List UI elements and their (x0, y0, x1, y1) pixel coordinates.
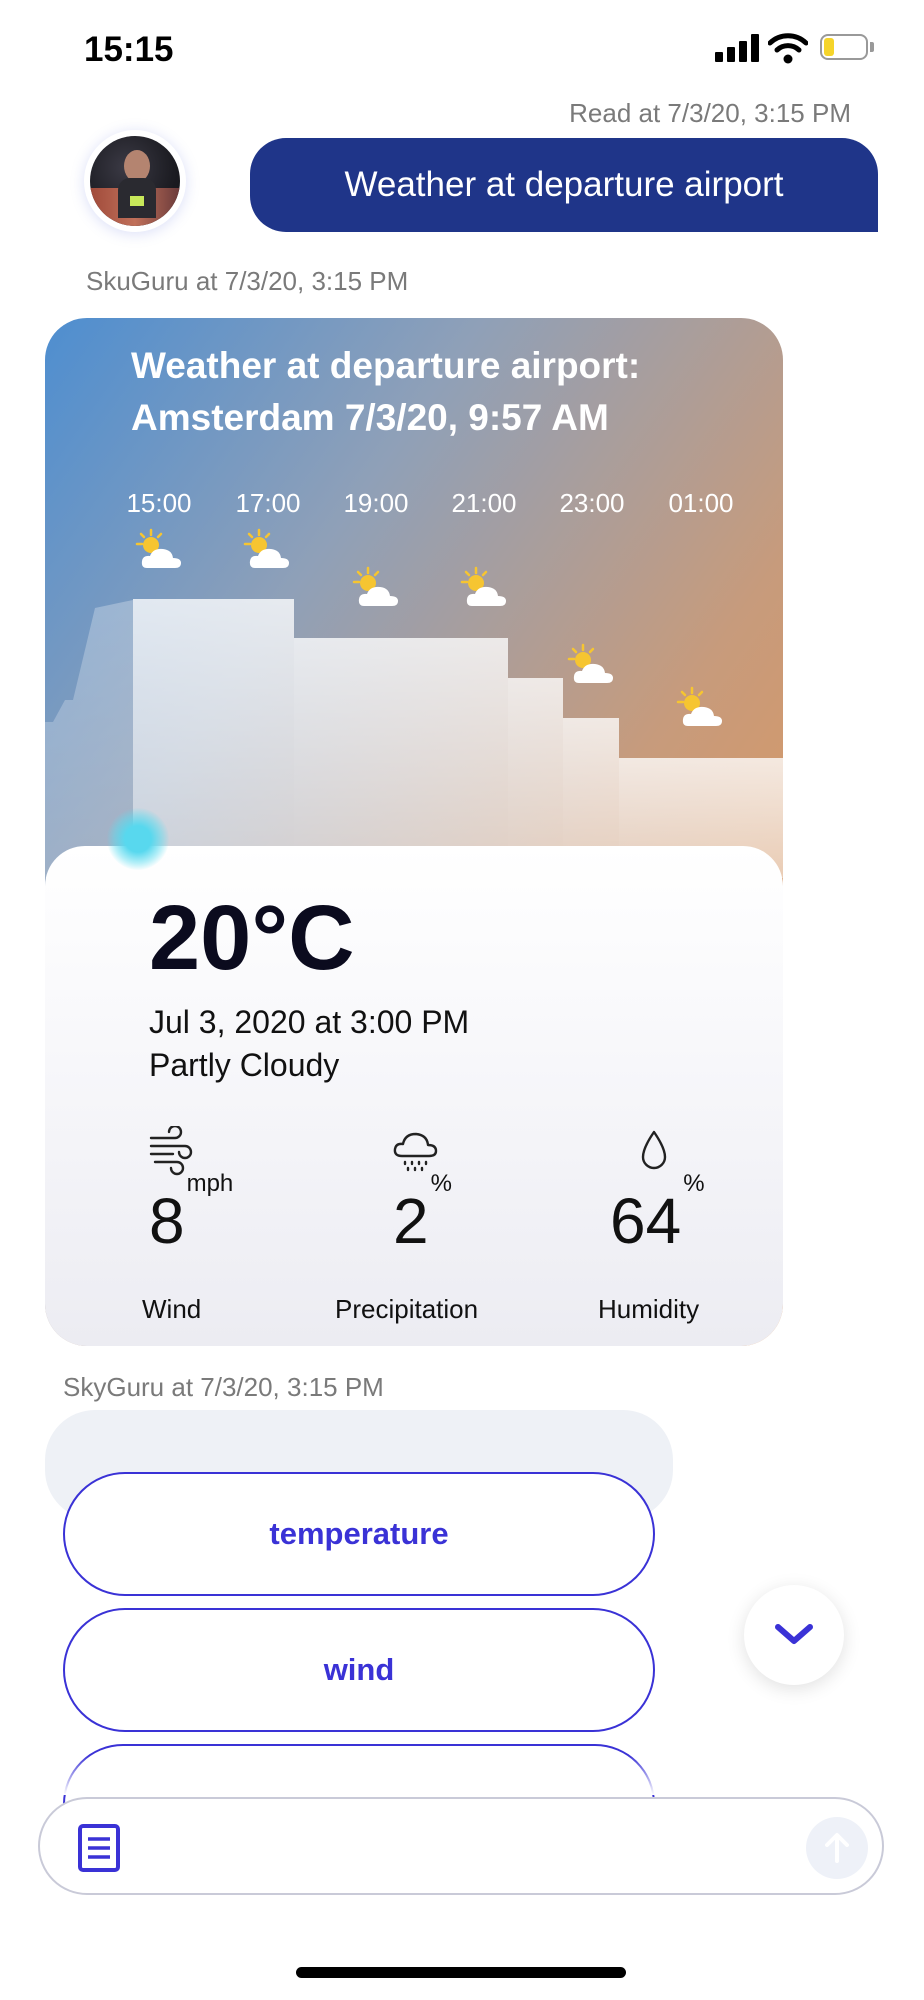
partly-cloudy-icon (460, 566, 506, 606)
weather-title-line2: Amsterdam 7/3/20, 9:57 AM (131, 397, 609, 438)
wifi-icon (768, 33, 808, 64)
partly-cloudy-icon (243, 528, 289, 568)
suggestion-chip-wind[interactable]: wind (63, 1608, 655, 1732)
current-hour-marker[interactable] (107, 808, 169, 870)
weather-title: Weather at departure airport: Amsterdam … (131, 340, 753, 444)
droplet-icon (641, 1130, 667, 1170)
precipitation-label: Precipitation (335, 1294, 479, 1324)
sender-timestamp: SkuGuru at 7/3/20, 3:15 PM (86, 266, 409, 296)
hour-label: 17:00 (235, 488, 301, 518)
hour-label: 15:00 (126, 488, 192, 518)
wind-label: Wind (142, 1294, 202, 1324)
hour-label: 23:00 (559, 488, 625, 518)
bar-17 (294, 638, 508, 878)
precipitation-unit: % (430, 1169, 452, 1197)
read-receipt: Read at 7/3/20, 3:15 PM (569, 98, 851, 128)
home-indicator (296, 1967, 626, 1978)
weather-card[interactable]: Weather at departure airport: Amsterdam … (45, 318, 783, 1346)
hour-label: 19:00 (343, 488, 409, 518)
battery-icon (820, 34, 874, 60)
send-button[interactable] (806, 1817, 868, 1879)
status-time: 15:15 (84, 30, 174, 69)
humidity-unit: % (683, 1169, 705, 1197)
sender-timestamp: SkyGuru at 7/3/20, 3:15 PM (63, 1372, 384, 1402)
hour-label: 21:00 (451, 488, 517, 518)
partly-cloudy-icon (135, 528, 181, 568)
avatar[interactable] (84, 130, 186, 232)
forecast-datetime: Jul 3, 2020 at 3:00 PM (149, 1004, 470, 1040)
wind-icon (149, 1126, 193, 1176)
precipitation-amount: 2 (393, 1185, 429, 1257)
suggestion-chip-temperature[interactable]: temperature (63, 1472, 655, 1596)
cellular-signal-icon (715, 34, 761, 62)
humidity-value: 64% (610, 1170, 705, 1258)
wind-speed: 8 (149, 1185, 185, 1257)
partly-cloudy-icon (352, 566, 398, 606)
chevron-down-icon (775, 1624, 813, 1644)
partly-cloudy-icon (676, 686, 722, 726)
humidity-amount: 64 (610, 1185, 682, 1257)
weather-title-line1: Weather at departure airport: (131, 345, 641, 386)
message-input[interactable] (38, 1797, 884, 1895)
weather-condition: Partly Cloudy (149, 1047, 340, 1083)
arrow-up-icon (825, 1833, 849, 1863)
hour-label: 01:00 (668, 488, 734, 518)
current-temperature: 20°C (149, 887, 355, 989)
list-fade (0, 1755, 924, 1795)
wind-value: 8mph (149, 1170, 233, 1258)
humidity-label: Humidity (598, 1294, 700, 1324)
precipitation-value: 2% (393, 1170, 452, 1258)
partly-cloudy-icon (567, 643, 613, 683)
rain-cloud-icon (393, 1132, 438, 1172)
wind-unit: mph (186, 1169, 234, 1197)
user-message-bubble[interactable]: Weather at departure airport (250, 138, 878, 232)
document-icon[interactable] (76, 1823, 122, 1873)
scroll-down-button[interactable] (744, 1585, 844, 1685)
weather-detail-panel: 20°C Jul 3, 2020 at 3:00 PM Partly Cloud… (45, 846, 783, 1346)
